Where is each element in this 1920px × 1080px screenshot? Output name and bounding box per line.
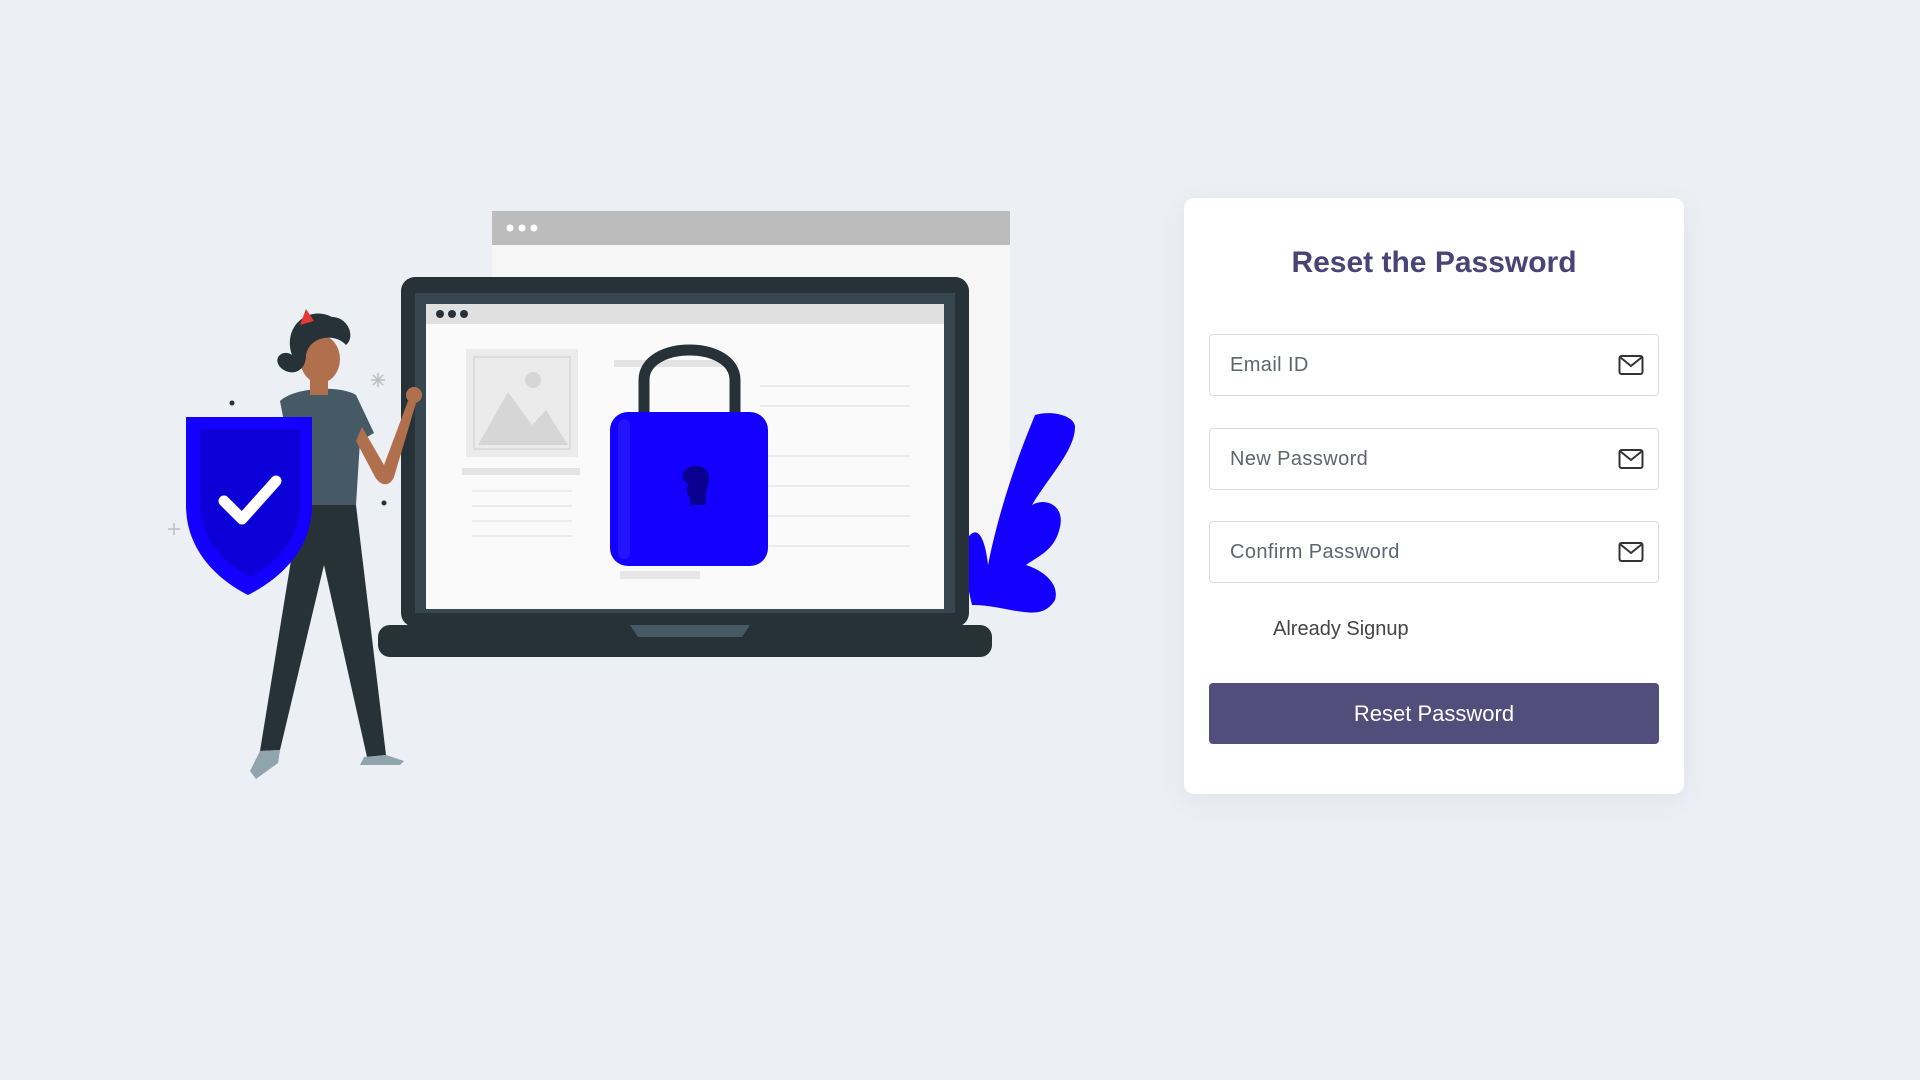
- reset-password-button[interactable]: Reset Password: [1209, 683, 1659, 744]
- new-password-field[interactable]: [1209, 428, 1659, 490]
- security-illustration: [168, 211, 1075, 779]
- confirm-password-input[interactable]: [1210, 522, 1590, 582]
- envelope-icon: [1618, 449, 1644, 469]
- envelope-icon: [1618, 542, 1644, 562]
- reset-password-page: Reset the Password Already Signup Reset: [0, 0, 1920, 1080]
- email-input[interactable]: [1210, 335, 1590, 395]
- form-title: Reset the Password: [1291, 246, 1577, 279]
- new-password-input[interactable]: [1210, 429, 1590, 489]
- confirm-password-field[interactable]: [1209, 521, 1659, 583]
- reset-password-card: Reset the Password Already Signup Reset: [1184, 198, 1684, 794]
- already-signup-link[interactable]: Already Signup: [1273, 618, 1409, 641]
- envelope-icon: [1618, 355, 1644, 375]
- email-field[interactable]: [1209, 334, 1659, 396]
